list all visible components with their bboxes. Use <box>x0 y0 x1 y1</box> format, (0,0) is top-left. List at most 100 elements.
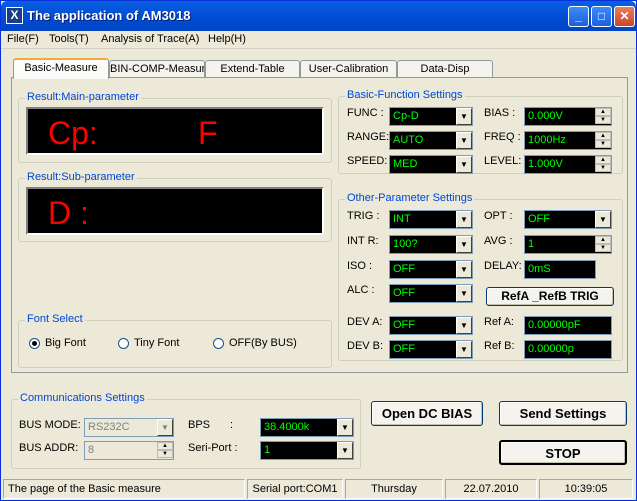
off-by-bus-label: OFF(By BUS) <box>229 337 297 349</box>
communications-legend: Communications Settings <box>18 392 147 404</box>
tab-basic-measure[interactable]: Basic-Measure <box>13 58 109 79</box>
iso-label: ISO : <box>347 260 373 272</box>
devb-value: OFF <box>393 343 415 355</box>
bus-mode-label: BUS MODE: <box>19 419 81 431</box>
status-time: 10:39:05 <box>539 479 633 499</box>
chevron-down-icon[interactable]: ▼ <box>456 285 472 302</box>
up-arrow-icon[interactable]: ▲ <box>595 108 611 116</box>
seriport-select[interactable]: 1 ▼ <box>260 441 354 460</box>
basic-function-group: Basic-Function Settings FUNC : Cp-D ▼ RAN… <box>338 89 623 174</box>
up-arrow-icon[interactable]: ▲ <box>157 442 173 450</box>
seriport-value: 1 <box>264 444 271 456</box>
menu-analysis[interactable]: Analysis of Trace(A) <box>101 33 199 45</box>
bus-mode-select[interactable]: RS232C ▼ <box>84 418 174 437</box>
chevron-down-icon[interactable]: ▼ <box>595 211 611 228</box>
down-arrow-icon[interactable]: ▼ <box>595 164 611 172</box>
up-arrow-icon[interactable]: ▲ <box>595 156 611 164</box>
deva-select[interactable]: OFF ▼ <box>389 316 473 335</box>
app-icon: X <box>6 7 23 24</box>
range-value: AUTO <box>393 134 424 146</box>
main-result-display: Cp: F <box>26 107 324 155</box>
level-spinner[interactable]: 1.000V ▲ ▼ <box>524 155 612 174</box>
sub-result-display: D : <box>26 187 324 235</box>
avg-spinner[interactable]: 1 ▲ ▼ <box>524 235 612 254</box>
refab-trig-button[interactable]: RefA _RefB TRIG <box>486 287 614 306</box>
maximize-button[interactable]: □ <box>591 6 612 27</box>
range-label: RANGE: <box>347 131 390 143</box>
up-arrow-icon[interactable]: ▲ <box>595 236 611 244</box>
bps-colon: : <box>230 419 234 431</box>
tab-bin-comp-measure[interactable]: BIN-COMP-Measur <box>109 60 205 78</box>
up-arrow-icon[interactable]: ▲ <box>595 132 611 140</box>
trig-select[interactable]: INT ▼ <box>389 210 473 229</box>
chevron-down-icon[interactable]: ▼ <box>456 341 472 358</box>
down-arrow-icon[interactable]: ▼ <box>595 140 611 148</box>
opt-select[interactable]: OFF ▼ <box>524 210 612 229</box>
menu-help[interactable]: Help(H) <box>208 33 246 45</box>
deva-label: DEV A: <box>347 316 383 328</box>
tiny-font-radio[interactable] <box>118 338 129 349</box>
bias-spinner[interactable]: 0.000V ▲ ▼ <box>524 107 612 126</box>
freq-spinner[interactable]: 1000Hz ▲ ▼ <box>524 131 612 150</box>
menu-tools[interactable]: Tools(T) <box>49 33 89 45</box>
off-by-bus-radio[interactable] <box>213 338 224 349</box>
refb-field[interactable]: 0.00000p <box>524 340 612 359</box>
func-value: Cp-D <box>393 110 419 122</box>
minimize-button[interactable]: _ <box>568 6 589 27</box>
chevron-down-icon[interactable]: ▼ <box>157 419 173 436</box>
stop-button[interactable]: STOP <box>499 440 627 465</box>
speed-select[interactable]: MED ▼ <box>389 155 473 174</box>
speed-value: MED <box>393 158 418 170</box>
alc-label: ALC : <box>347 284 375 296</box>
alc-select[interactable]: OFF ▼ <box>389 284 473 303</box>
big-font-radio[interactable] <box>29 338 40 349</box>
func-label: FUNC : <box>347 107 384 119</box>
title-bar[interactable]: X The application of AM3018 _ □ ✕ <box>1 1 636 31</box>
opt-label: OPT : <box>484 210 513 222</box>
seriport-label: Seri-Port : <box>188 442 238 454</box>
close-button[interactable]: ✕ <box>614 6 635 27</box>
menu-bar: File(F) Tools(T) Analysis of Trace(A) He… <box>1 31 636 49</box>
intr-label: INT R: <box>347 235 379 247</box>
chevron-down-icon[interactable]: ▼ <box>456 156 472 173</box>
communications-group: Communications Settings BUS MODE: RS232C… <box>11 392 361 469</box>
result-sub-legend: Result:Sub-parameter <box>25 171 137 183</box>
down-arrow-icon[interactable]: ▼ <box>595 116 611 124</box>
status-date: 22.07.2010 <box>445 479 537 499</box>
main-param-text: Cp: <box>48 115 98 151</box>
down-arrow-icon[interactable]: ▼ <box>157 450 173 458</box>
func-select[interactable]: Cp-D ▼ <box>389 107 473 126</box>
bias-value: 0.000V <box>528 110 563 122</box>
refa-field[interactable]: 0.00000pF <box>524 316 612 335</box>
chevron-down-icon[interactable]: ▼ <box>456 108 472 125</box>
result-main-legend: Result:Main-parameter <box>25 91 141 103</box>
bus-addr-label: BUS ADDR: <box>19 442 79 454</box>
bus-addr-spinner[interactable]: 8 ▲ ▼ <box>84 441 174 460</box>
menu-file[interactable]: File(F) <box>7 33 39 45</box>
trig-label: TRIG : <box>347 210 380 222</box>
open-dc-bias-button[interactable]: Open DC BIAS <box>371 401 483 426</box>
chevron-down-icon[interactable]: ▼ <box>456 261 472 278</box>
iso-select[interactable]: OFF ▼ <box>389 260 473 279</box>
chevron-down-icon[interactable]: ▼ <box>456 317 472 334</box>
devb-select[interactable]: OFF ▼ <box>389 340 473 359</box>
range-select[interactable]: AUTO ▼ <box>389 131 473 150</box>
down-arrow-icon[interactable]: ▼ <box>595 244 611 252</box>
bps-select[interactable]: 38.4000k ▼ <box>260 418 354 437</box>
send-settings-button[interactable]: Send Settings <box>499 401 627 426</box>
chevron-down-icon[interactable]: ▼ <box>337 442 353 459</box>
other-params-group: Other-Parameter Settings TRIG : INT ▼ INT… <box>338 192 623 361</box>
delay-field[interactable]: 0mS <box>524 260 596 279</box>
tab-extend-table[interactable]: Extend-Table <box>205 60 300 78</box>
tab-user-calibration[interactable]: User-Calibration <box>300 60 397 78</box>
chevron-down-icon[interactable]: ▼ <box>456 132 472 149</box>
font-select-legend: Font Select <box>25 313 85 325</box>
refb-label: Ref B: <box>484 340 515 352</box>
result-sub-group: Result:Sub-parameter D : <box>18 171 332 242</box>
basic-function-legend: Basic-Function Settings <box>345 89 465 101</box>
chevron-down-icon[interactable]: ▼ <box>456 236 472 253</box>
chevron-down-icon[interactable]: ▼ <box>456 211 472 228</box>
tab-data-disp[interactable]: Data-Disp <box>397 60 493 78</box>
intr-select[interactable]: 100? ▼ <box>389 235 473 254</box>
chevron-down-icon[interactable]: ▼ <box>337 419 353 436</box>
